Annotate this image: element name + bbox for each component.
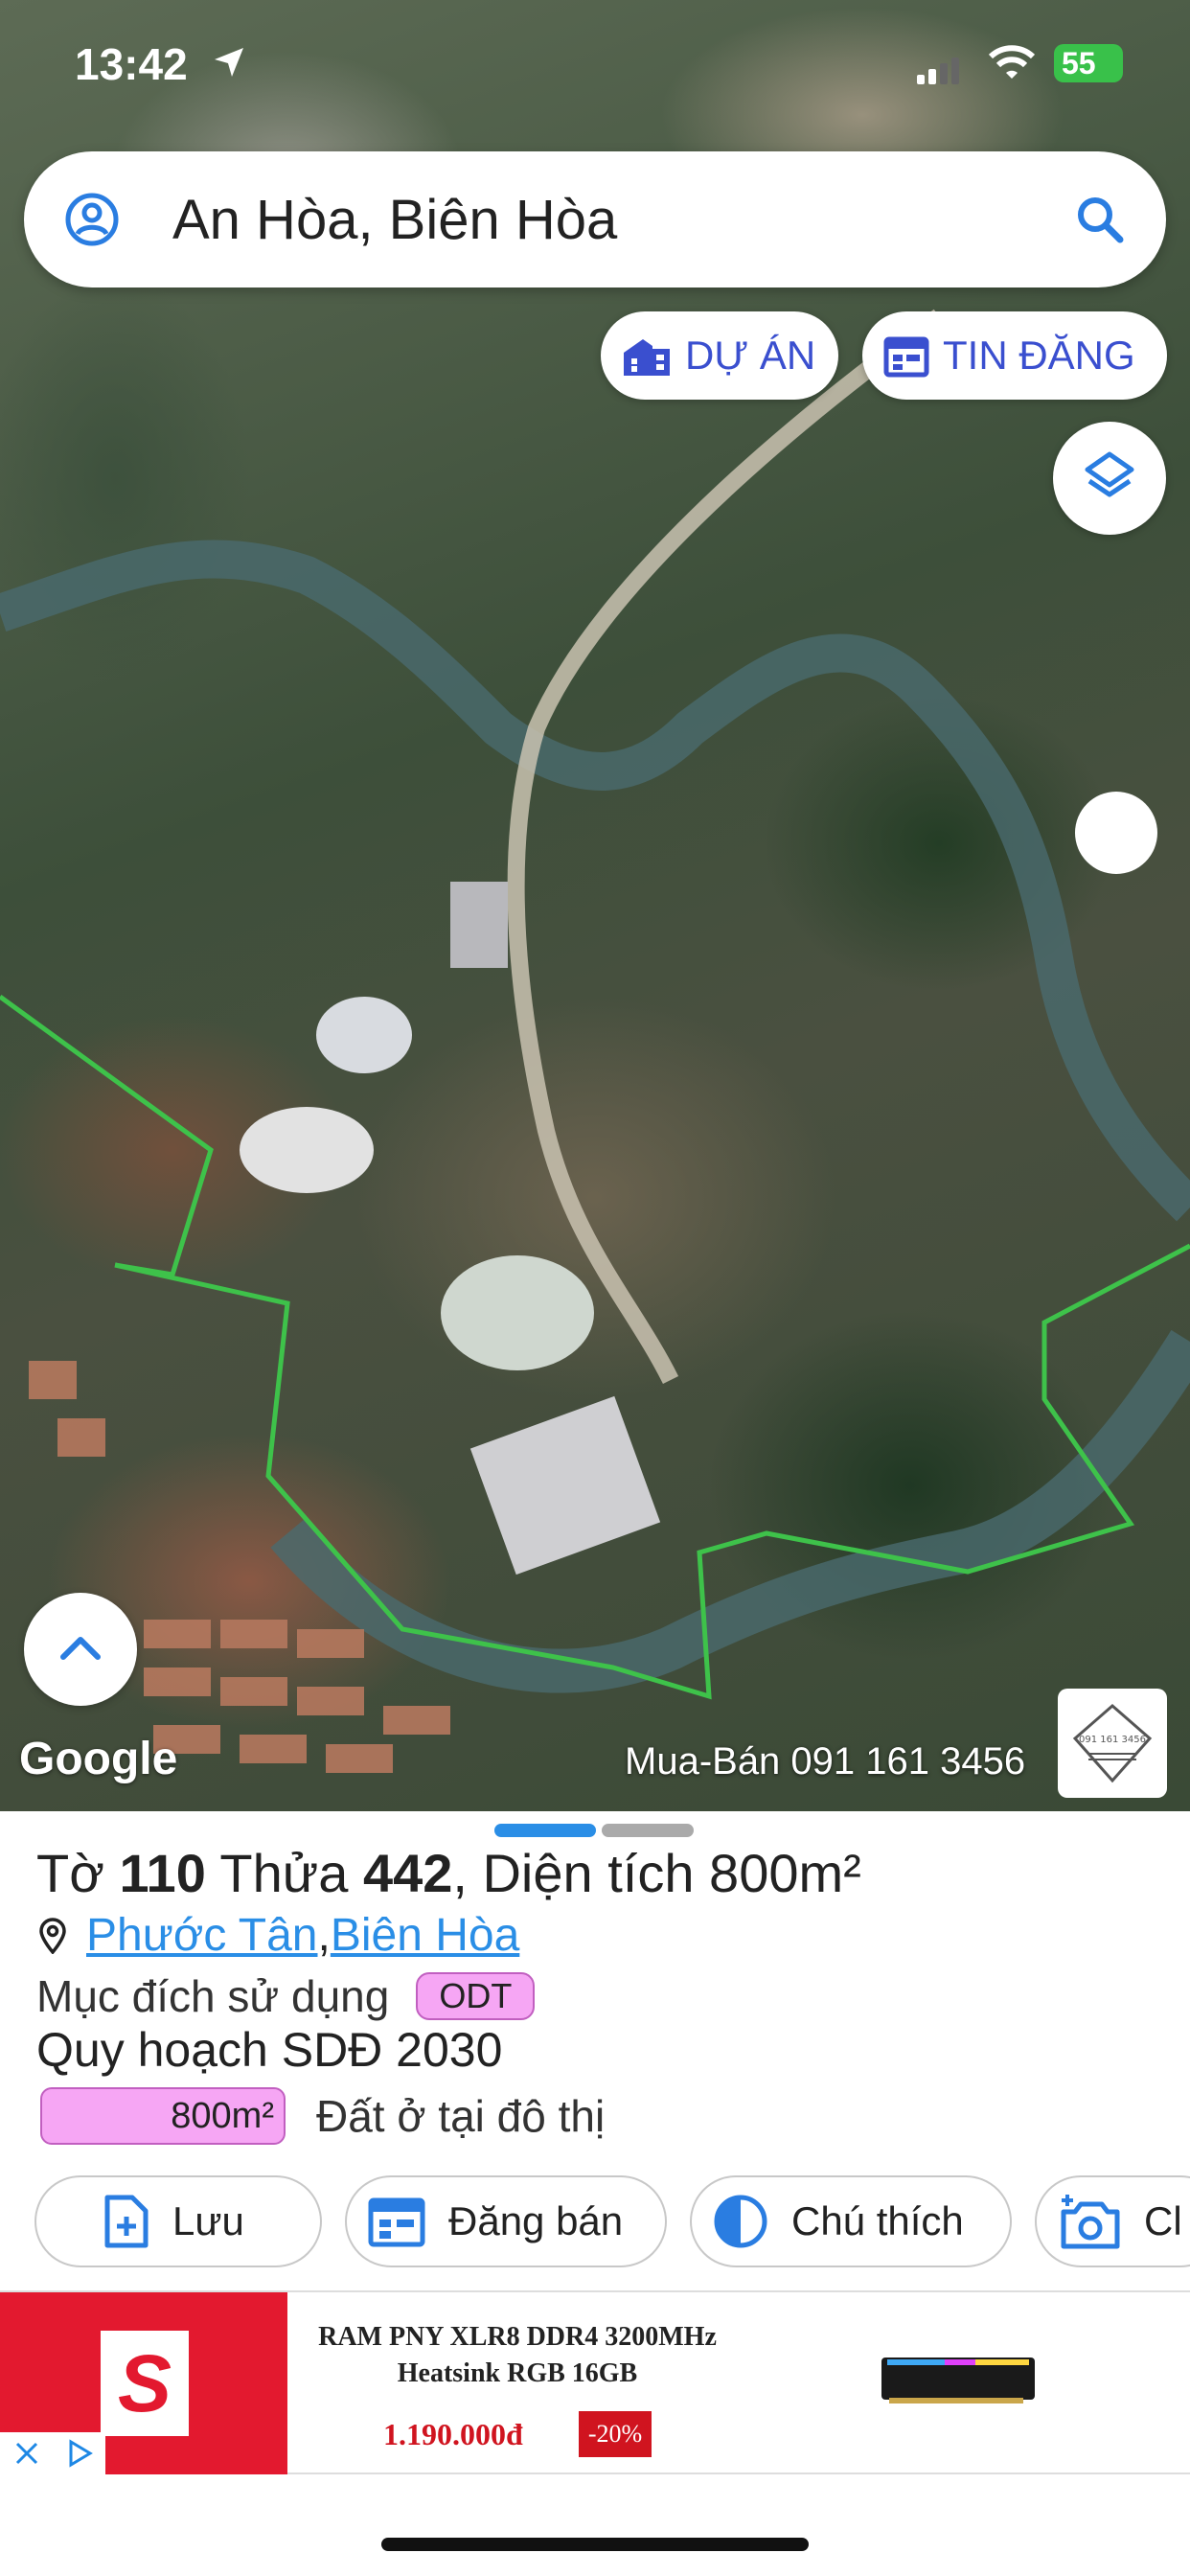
purpose-code-badge: ODT xyxy=(416,1972,536,2020)
calendar-icon xyxy=(368,2195,425,2248)
ad-product-image[interactable] xyxy=(880,2350,1037,2412)
location-arrow-icon xyxy=(213,46,245,83)
watermark-stamp: 091 161 3456 xyxy=(1058,1689,1167,1798)
area-label: , Diện tích xyxy=(452,1843,710,1903)
projects-chip[interactable]: DỰ ÁN xyxy=(601,311,838,400)
sheet-number: 110 xyxy=(119,1843,206,1903)
adchoices-icon[interactable] xyxy=(53,2439,105,2468)
zoning-row: 800m² Đất ở tại đô thị xyxy=(40,2087,605,2145)
zoning-area-badge: 800m² xyxy=(40,2087,286,2145)
planning-heading: Quy hoạch SDĐ 2030 xyxy=(36,2023,503,2077)
ad-logo-letter: S xyxy=(117,2337,172,2428)
ad-brand-logo: S xyxy=(101,2331,189,2436)
camera-button-label: Cl xyxy=(1144,2198,1182,2243)
listings-chip[interactable]: TIN ĐĂNG xyxy=(862,311,1167,400)
ad-discount-badge: -20% xyxy=(579,2411,652,2457)
ad-price: 1.190.000đ xyxy=(383,2417,523,2451)
status-time: 13:42 xyxy=(75,39,188,89)
status-bar: 13:42 55 xyxy=(0,0,1190,134)
search-icon[interactable] xyxy=(1074,194,1126,250)
search-bar[interactable]: An Hòa, Biên Hòa xyxy=(24,151,1166,288)
ad-controls xyxy=(0,2432,105,2474)
parcel-title-mid: Thửa xyxy=(205,1843,363,1903)
google-logo: Google xyxy=(19,1734,178,1784)
advertisement-banner[interactable]: S RAM PNY XLR8 DDR4 3200MHz Heatsink RGB… xyxy=(0,2290,1190,2474)
city-link[interactable]: Biên Hòa xyxy=(331,1909,519,1962)
cellular-signal-icon xyxy=(915,58,963,89)
projects-chip-label: DỰ ÁN xyxy=(685,333,816,378)
purpose-label: Mục đích sử dụng xyxy=(36,1971,390,2021)
page-indicator[interactable] xyxy=(602,1824,694,1837)
map-contact-credit: Mua-Bán 091 161 3456 xyxy=(625,1740,1026,1782)
map-marker-dot[interactable] xyxy=(1075,792,1157,874)
ad-title[interactable]: RAM PNY XLR8 DDR4 3200MHz Heatsink RGB 1… xyxy=(287,2319,747,2392)
building-icon xyxy=(622,334,672,378)
add-photo-icon xyxy=(1058,2193,1121,2250)
search-query-text[interactable]: An Hòa, Biên Hòa xyxy=(172,188,617,252)
parcel-title-prefix: Tờ xyxy=(36,1843,120,1903)
location-separator: , xyxy=(317,1910,331,1961)
add-file-icon xyxy=(103,2194,149,2249)
parcel-title: Tờ 110 Thửa 442, Diện tích 800m² xyxy=(36,1842,861,1904)
expand-button[interactable] xyxy=(24,1593,137,1706)
contrast-icon xyxy=(713,2194,768,2249)
map-layers-button[interactable] xyxy=(1053,422,1166,535)
layers-icon xyxy=(1082,448,1137,509)
account-icon[interactable] xyxy=(64,192,120,252)
camera-button[interactable]: Cl xyxy=(1035,2175,1190,2267)
parcel-number: 442 xyxy=(362,1843,453,1903)
ward-link[interactable]: Phước Tân xyxy=(86,1909,318,1962)
listings-chip-label: TIN ĐĂNG xyxy=(943,333,1135,378)
post-for-sale-label: Đăng bán xyxy=(448,2198,624,2243)
legend-button[interactable]: Chú thích xyxy=(690,2175,1012,2267)
post-for-sale-button[interactable]: Đăng bán xyxy=(345,2175,667,2267)
close-icon[interactable] xyxy=(0,2441,53,2466)
save-button-label: Lưu xyxy=(172,2198,244,2243)
save-button[interactable]: Lưu xyxy=(34,2175,322,2267)
location-pin-icon xyxy=(38,1917,67,1954)
calendar-icon xyxy=(883,334,929,378)
battery-indicator: 55 xyxy=(1054,44,1123,82)
land-use-purpose: Mục đích sử dụng ODT xyxy=(36,1970,536,2022)
svg-text:091 161 3456: 091 161 3456 xyxy=(1079,1735,1146,1745)
parcel-location: Phước Tân, Biên Hòa xyxy=(38,1909,519,1962)
zoning-description: Đất ở tại đô thị xyxy=(316,2091,606,2141)
legend-button-label: Chú thích xyxy=(791,2198,964,2243)
chevron-up-icon xyxy=(59,1634,102,1666)
action-buttons: Lưu Đăng bán Chú thích Cl xyxy=(34,2175,1190,2267)
wifi-icon xyxy=(987,44,1037,87)
home-indicator[interactable] xyxy=(381,2538,809,2551)
page-indicator-active[interactable] xyxy=(494,1824,596,1837)
parcel-area: 800m² xyxy=(709,1843,861,1903)
